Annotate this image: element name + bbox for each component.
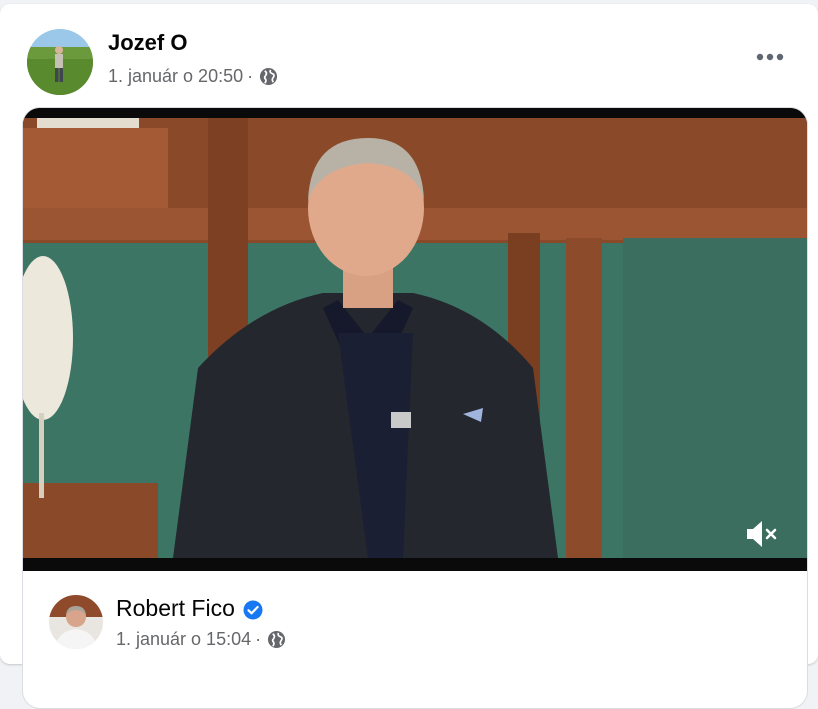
author-name[interactable]: Jozef O bbox=[108, 30, 187, 56]
meta-separator: · bbox=[255, 629, 262, 649]
more-options-icon bbox=[756, 53, 784, 61]
globe-icon[interactable] bbox=[267, 630, 286, 649]
video-player[interactable] bbox=[23, 108, 807, 571]
shared-post-timestamp[interactable]: 1. január o 15:04 bbox=[116, 629, 251, 650]
post-timestamp[interactable]: 1. január o 20:50 bbox=[108, 66, 243, 87]
verified-badge-icon bbox=[243, 599, 263, 619]
shared-post-meta: 1. január o 15:04 · bbox=[116, 629, 286, 650]
shared-author-name[interactable]: Robert Fico bbox=[116, 595, 235, 622]
meta-separator: · bbox=[247, 66, 254, 86]
shared-author-avatar[interactable] bbox=[49, 595, 103, 649]
post-meta: 1. január o 20:50 · bbox=[108, 66, 278, 87]
globe-icon[interactable] bbox=[259, 67, 278, 86]
author-avatar[interactable] bbox=[27, 29, 93, 95]
more-options-button[interactable] bbox=[748, 37, 792, 77]
shared-author-name-row: Robert Fico bbox=[116, 595, 263, 622]
volume-muted-icon bbox=[747, 521, 777, 547]
post-card: Jozef O 1. január o 20:50 · Robert Fico … bbox=[0, 4, 818, 709]
mute-button[interactable] bbox=[740, 514, 784, 554]
shared-post: Robert Fico 1. január o 15:04 · bbox=[22, 107, 808, 709]
video-frame bbox=[23, 108, 807, 571]
